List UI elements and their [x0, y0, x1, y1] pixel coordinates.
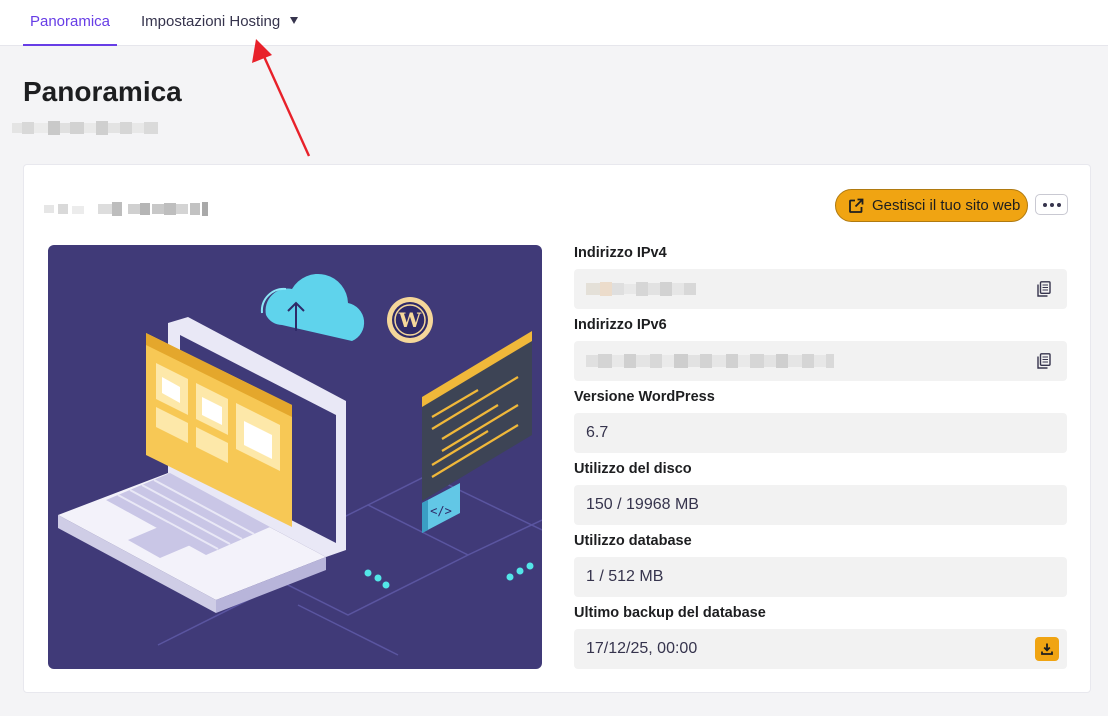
svg-text:W: W — [398, 308, 422, 332]
ipv4-label: Indirizzo IPv4 — [574, 245, 667, 261]
last-backup-value: 17/12/25, 00:00 — [586, 640, 698, 657]
redacted-domain — [44, 202, 208, 216]
more-options-button[interactable] — [1035, 194, 1068, 215]
page-title: Panoramica — [23, 76, 182, 107]
last-backup-field: 17/12/25, 00:00 — [574, 629, 1067, 669]
tab-overview[interactable]: Panoramica — [23, 0, 117, 46]
top-nav: Panoramica Impostazioni Hosting — [0, 0, 1108, 46]
manage-website-label: Gestisci il tuo sito web — [872, 197, 1021, 214]
disk-usage-label: Utilizzo del disco — [574, 461, 692, 477]
website-card: Gestisci il tuo sito web W </> Indirizzo… — [23, 164, 1091, 693]
download-icon — [1041, 643, 1053, 655]
redacted-ipv4 — [586, 282, 696, 296]
database-usage-label: Utilizzo database — [574, 533, 692, 549]
manage-website-button[interactable]: Gestisci il tuo sito web — [835, 189, 1028, 222]
wordpress-version-field: 6.7 — [574, 413, 1067, 453]
database-usage-field: 1 / 512 MB — [574, 557, 1067, 597]
wordpress-version-label: Versione WordPress — [574, 389, 715, 405]
copy-icon[interactable] — [1037, 281, 1051, 297]
disk-usage-field: 150 / 19968 MB — [574, 485, 1067, 525]
copy-icon[interactable] — [1037, 353, 1051, 369]
redacted-subtitle — [12, 121, 158, 135]
chevron-down-icon[interactable] — [290, 17, 298, 24]
download-backup-button[interactable] — [1035, 637, 1059, 661]
svg-text:</>: </> — [430, 504, 452, 518]
redacted-ipv6 — [586, 354, 834, 368]
tab-hosting-settings[interactable]: Impostazioni Hosting — [141, 0, 280, 46]
external-link-icon — [849, 198, 864, 213]
last-backup-label: Ultimo backup del database — [574, 605, 766, 621]
ipv6-label: Indirizzo IPv6 — [574, 317, 667, 333]
ipv4-field — [574, 269, 1067, 309]
ipv6-field — [574, 341, 1067, 381]
website-illustration: W </> — [48, 245, 542, 669]
more-horizontal-icon — [1042, 202, 1047, 207]
